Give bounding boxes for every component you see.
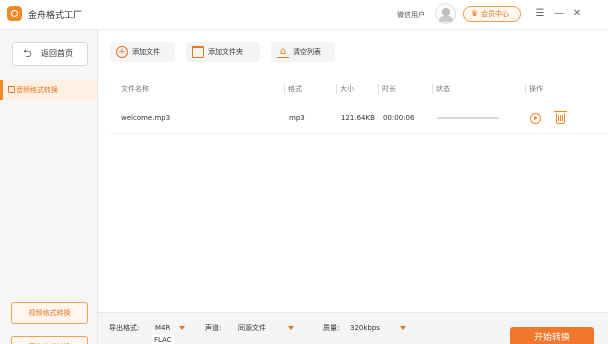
file-table-header: 文件名称 格式 大小 时长 状态 操作: [110, 81, 608, 97]
column-header-format: 格式: [288, 85, 302, 93]
clear-list-label: 清空列表: [293, 48, 321, 56]
title-bar: 金舟格式工厂 微信用户 ♛ 会员中心 ☰ — ✕: [0, 0, 608, 30]
back-home-button[interactable]: ⮌ 返回首页: [12, 42, 88, 66]
user-name[interactable]: 微信用户: [397, 10, 425, 20]
chevron-down-icon: [179, 326, 185, 330]
back-arrow-icon: ⮌: [23, 47, 32, 60]
quality-label: 质量:: [323, 324, 340, 332]
column-header-size: 大小: [340, 85, 354, 93]
column-divider: [336, 84, 337, 94]
column-header-actions: 操作: [529, 85, 543, 93]
play-icon[interactable]: [530, 113, 541, 124]
start-convert-button[interactable]: 开始转换: [510, 327, 594, 344]
export-format-value: M4R: [155, 324, 171, 332]
crown-icon: ♛: [471, 9, 479, 18]
broom-icon: ⌂: [277, 46, 289, 58]
add-file-button[interactable]: + 添加文件: [110, 42, 175, 62]
add-file-label: 添加文件: [132, 48, 160, 56]
table-row[interactable]: welcome.mp3 mp3 121.64KB 00:00:06: [110, 104, 608, 134]
column-header-status: 状态: [436, 85, 450, 93]
column-divider: [525, 84, 526, 94]
vip-center-button[interactable]: ♛ 会员中心: [463, 6, 521, 22]
minimize-icon[interactable]: —: [552, 7, 566, 21]
column-header-name: 文件名称: [121, 85, 149, 93]
file-name: welcome.mp3: [121, 114, 171, 122]
file-format: mp3: [289, 114, 305, 122]
chevron-down-icon: [288, 326, 294, 330]
channel-value: 同源文件: [238, 324, 266, 332]
menu-icon[interactable]: ☰: [533, 7, 547, 21]
video-convert-button[interactable]: 视频格式转换: [11, 302, 88, 324]
app-title: 金舟格式工厂: [28, 11, 83, 21]
app-logo-icon: [7, 6, 22, 21]
user-avatar[interactable]: [435, 3, 456, 24]
vip-center-label: 会员中心: [481, 10, 509, 18]
plus-circle-icon: +: [116, 46, 128, 58]
export-format-select[interactable]: M4R: [151, 321, 187, 335]
trash-icon[interactable]: [554, 111, 567, 124]
channel-select[interactable]: 同源文件: [234, 321, 296, 335]
clear-list-button[interactable]: ⌂ 清空列表: [271, 42, 335, 62]
chevron-down-icon: [400, 326, 406, 330]
add-folder-button[interactable]: 添加文件夹: [186, 42, 260, 62]
quality-select[interactable]: 320kbps: [346, 321, 408, 335]
column-divider: [432, 84, 433, 94]
column-divider: [284, 84, 285, 94]
column-header-duration: 时长: [382, 85, 396, 93]
sidebar-item-audio-convert[interactable]: 音频格式转换: [0, 80, 97, 100]
quality-value: 320kbps: [350, 324, 380, 332]
bottom-settings-bar: 导出格式: M4R FLAC 声道: 同源文件 质量: 320kbps 开始转换: [98, 312, 608, 344]
column-divider: [378, 84, 379, 94]
back-home-label: 返回首页: [41, 49, 73, 58]
image-convert-button[interactable]: 图片格式转换: [11, 336, 88, 344]
file-duration: 00:00:06: [383, 114, 415, 122]
format-option-flac[interactable]: FLAC: [152, 335, 174, 344]
close-icon[interactable]: ✕: [570, 7, 584, 21]
file-size: 121.64KB: [341, 114, 375, 122]
channel-label: 声道:: [205, 324, 222, 332]
export-format-label: 导出格式:: [109, 324, 140, 332]
add-folder-label: 添加文件夹: [208, 48, 243, 56]
sidebar: ⮌ 返回首页 音频格式转换 视频格式转换 图片格式转换: [0, 30, 98, 344]
sidebar-item-label: 音频格式转换: [16, 86, 58, 94]
conversion-progress-bar: [437, 117, 499, 119]
folder-icon: [192, 46, 204, 58]
audio-convert-icon: [8, 86, 15, 93]
